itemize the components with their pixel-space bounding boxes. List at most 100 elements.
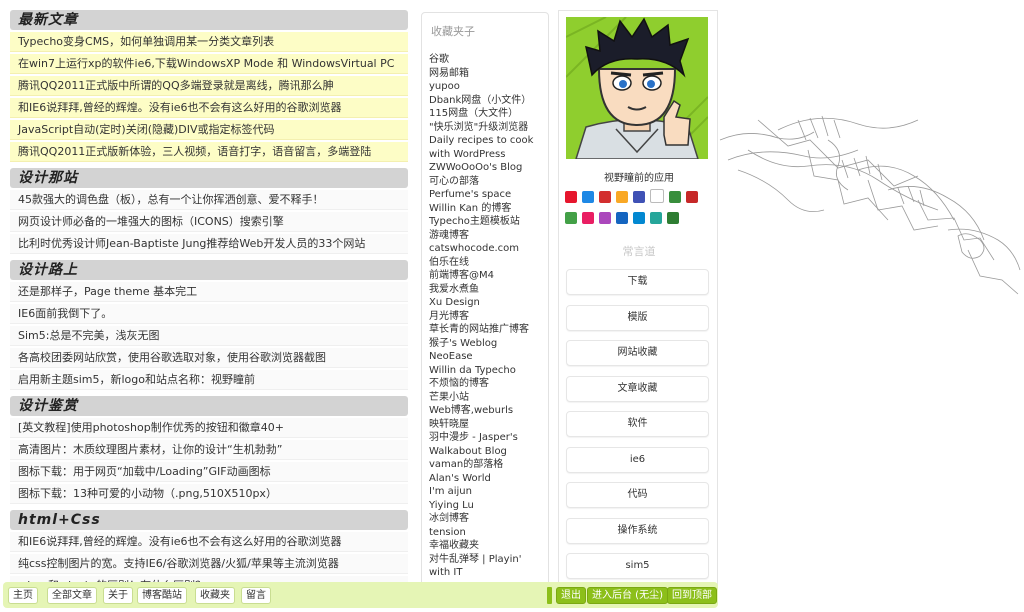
article-link[interactable]: 网页设计师必备的一堆强大的图标（ICONS）搜索引擎 <box>10 212 408 232</box>
frequent-item-button[interactable]: 文章收藏 <box>566 375 709 402</box>
bookmark-link[interactable]: 月光博客 <box>429 310 548 324</box>
bookmark-link[interactable]: 猴子's Weblog <box>429 337 548 351</box>
bottom-nav-button[interactable]: 留言 <box>241 587 271 604</box>
bookmark-link[interactable]: 不烦恼的博客 <box>429 377 548 391</box>
bookmark-link[interactable]: yupoo <box>429 80 548 94</box>
bookmark-link[interactable]: vaman的部落格 <box>429 458 548 472</box>
article-link[interactable]: 纯css控制图片的宽。支持IE6/谷歌浏览器/火狐/苹果等主流浏览器 <box>10 554 408 574</box>
smile-app-icon[interactable] <box>667 212 679 224</box>
bottom-nav-button[interactable]: 博客酷站 <box>137 587 187 604</box>
bookmark-link[interactable]: I'm aijun <box>429 485 548 499</box>
article-link[interactable]: IE6面前我倒下了。 <box>10 304 408 324</box>
bookmark-link[interactable]: 115网盘（大文件） <box>429 107 548 121</box>
bookmark-link[interactable]: Typecho主题模板站 <box>429 215 548 229</box>
game-app-icon[interactable] <box>582 212 594 224</box>
bookmark-link[interactable]: 映轩晓屋 <box>429 418 548 432</box>
bookmark-link[interactable]: ZWWoOoOo's Blog <box>429 161 548 175</box>
article-link[interactable]: [英文教程]使用photoshop制作优秀的按钮和徽章40+ <box>10 418 408 438</box>
bookmark-link[interactable]: Willin da Typecho <box>429 364 548 378</box>
bookmark-link[interactable]: Yiying Lu <box>429 499 548 513</box>
frequent-item-button[interactable]: 软件 <box>566 411 709 437</box>
article-list: [英文教程]使用photoshop制作优秀的按钮和徽章40+ 高清图片：木质纹理图… <box>10 418 408 504</box>
article-link[interactable]: 和IE6说拜拜,曾经的辉煌。没有ie6也不会有这么好用的谷歌浏览器 <box>10 532 408 552</box>
bookmark-link[interactable]: Xu Design <box>429 296 548 310</box>
music-icon[interactable] <box>686 191 698 203</box>
bookmark-link[interactable]: 谷歌 <box>429 53 548 67</box>
bookmark-link[interactable]: 幸福收藏夹 <box>429 539 548 553</box>
douban-icon[interactable] <box>599 191 611 203</box>
article-link[interactable]: 高清图片：木质纹理图片素材，让你的设计“生机勃勃” <box>10 440 408 460</box>
bookmark-link[interactable]: 可心の部落 <box>429 175 548 189</box>
bottom-nav-button[interactable]: 收藏夹 <box>195 587 235 604</box>
bookmark-link[interactable]: catswhocode.com <box>429 242 548 256</box>
article-title: 45款强大的调色盘（板），总有一个让你挥洒创意、爱不释手！ <box>18 193 324 206</box>
bookmark-link[interactable]: 冰剑博客 <box>429 512 548 526</box>
bookmark-link[interactable]: Willin Kan 的博客 <box>429 202 548 216</box>
article-link[interactable]: Sim5:总是不完美，浅灰无图 <box>10 326 408 346</box>
article-link[interactable]: 各高校团委网站欣赏，使用谷歌选取对象，使用谷歌浏览器截图 <box>10 348 408 368</box>
article-title: 和IE6说拜拜,曾经的辉煌。没有ie6也不会有这么好用的谷歌浏览器 <box>18 101 342 114</box>
feed-icon[interactable] <box>669 191 681 203</box>
bottom-action-button[interactable]: 退出 <box>556 587 586 604</box>
bookmark-link[interactable]: 芒果小站 <box>429 391 548 405</box>
bookmark-link[interactable]: Perfume's space <box>429 188 548 202</box>
qzone-icon[interactable] <box>616 191 628 203</box>
bottom-action-button[interactable]: 进入后台 (无尘) <box>587 587 668 604</box>
frequent-item-button[interactable]: 网站收藏 <box>566 340 709 366</box>
bookmark-link[interactable]: 草长青的网站推广博客 <box>429 323 548 337</box>
bookmark-link[interactable]: Alan's World <box>429 472 548 486</box>
article-link[interactable]: 图标下载：用于网页“加载中/Loading”GIF动画图标 <box>10 462 408 482</box>
article-link[interactable]: 在win7上运行xp的软件ie6,下载WindowsXP Mode 和 Wind… <box>10 54 408 74</box>
bookmark-link[interactable]: 游魂博客 <box>429 229 548 243</box>
weibo-icon[interactable] <box>565 191 577 203</box>
bookmark-link[interactable]: 羽中漫步 - Jasper's Walkabout Blog <box>429 431 548 458</box>
bottom-nav-button[interactable]: 关于 <box>103 587 133 604</box>
bookmark-link[interactable]: Web博客,weburls <box>429 404 548 418</box>
bookmark-link[interactable]: Daily recipes to cook with WordPress <box>429 134 548 161</box>
bottom-bar-separator <box>547 587 552 604</box>
article-link[interactable]: 腾讯QQ2011正式版新体验，三人视频，语音打字，语音留言，多端登陆 <box>10 142 408 162</box>
article-link[interactable]: Typecho变身CMS，如何单独调用某一分类文章列表 <box>10 32 408 52</box>
photo-app-icon[interactable] <box>582 191 594 203</box>
article-link[interactable]: 图标下载：13种可爱的小动物（.png,510X510px） <box>10 484 408 504</box>
bookmarks-title: 收藏夹子 <box>431 25 475 38</box>
bookmark-link[interactable]: 前端博客@M4 <box>429 269 548 283</box>
bookmark-link[interactable]: 伯乐在线 <box>429 256 548 270</box>
frequent-item-button[interactable]: sim5 <box>566 553 709 579</box>
article-link[interactable]: JavaScript自动(定时)关闭(隐藏)DIV或指定标签代码 <box>10 120 408 140</box>
article-link[interactable]: 和IE6说拜拜,曾经的辉煌。没有ie6也不会有这么好用的谷歌浏览器 <box>10 98 408 118</box>
section-title: 设计路上 <box>10 260 408 280</box>
article-link[interactable]: 45款强大的调色盘（板），总有一个让你挥洒创意、爱不释手！ <box>10 190 408 210</box>
bookmark-link[interactable]: 网易邮箱 <box>429 67 548 81</box>
bird-app-icon[interactable] <box>616 212 628 224</box>
frequent-item-button[interactable]: 操作系统 <box>566 517 709 544</box>
bottom-nav-button[interactable]: 主页 <box>8 587 38 604</box>
bottom-nav-button[interactable]: 全部文章 <box>47 587 97 604</box>
cloud-app-icon[interactable] <box>650 212 662 224</box>
article-link[interactable]: 启用新主题sim5，新logo和站点名称：视野瞳前 <box>10 370 408 390</box>
bookmark-link[interactable]: "快乐浏览"升级浏览器 <box>429 121 548 135</box>
picture-icon[interactable] <box>633 191 645 203</box>
bookmark-link[interactable]: tension <box>429 526 548 540</box>
bookmark-link[interactable]: 对牛乱弹琴 | Playin' with IT <box>429 553 548 580</box>
frequent-item-button[interactable]: ie6 <box>566 446 709 473</box>
video-app-icon[interactable] <box>599 212 611 224</box>
bookmark-link[interactable]: 我爱水煮鱼 <box>429 283 548 297</box>
frequent-item-button[interactable]: 模版 <box>566 304 709 331</box>
article-link[interactable]: 比利时优秀设计师Jean-Baptiste Jung推荐给Web开发人员的33个… <box>10 234 408 254</box>
article-title: [英文教程]使用photoshop制作优秀的按钮和徽章40+ <box>18 421 284 434</box>
article-link[interactable]: 还是那样子，Page theme 基本完工 <box>10 282 408 302</box>
frequent-item-button[interactable]: 代码 <box>566 482 709 508</box>
grid-app-icon[interactable] <box>565 212 577 224</box>
bookmarks-list: 谷歌 网易邮箱 yupoo Dbank网盘（小文件） 115网盘（大文件） "快乐浏览"升… <box>429 53 548 580</box>
blank-app-icon[interactable] <box>650 189 664 203</box>
article-link[interactable]: 腾讯QQ2011正式版中所谓的QQ多端登录就是离线，腾讯那么胂 <box>10 76 408 96</box>
frequent-item-button[interactable]: 下载 <box>566 269 709 295</box>
bookmark-link[interactable]: Dbank网盘（小文件） <box>429 94 548 108</box>
avatar[interactable] <box>566 17 708 159</box>
bookmark-link[interactable]: NeoEase <box>429 350 548 364</box>
frequent-list: 下载模版网站收藏文章收藏软件 ie6 代码操作系统 sim5 <box>566 269 709 586</box>
file-app-icon[interactable] <box>633 212 645 224</box>
bottom-action-button[interactable]: 回到顶部 <box>667 587 717 604</box>
apps-label: 视野瞳前的应用 <box>604 173 674 184</box>
